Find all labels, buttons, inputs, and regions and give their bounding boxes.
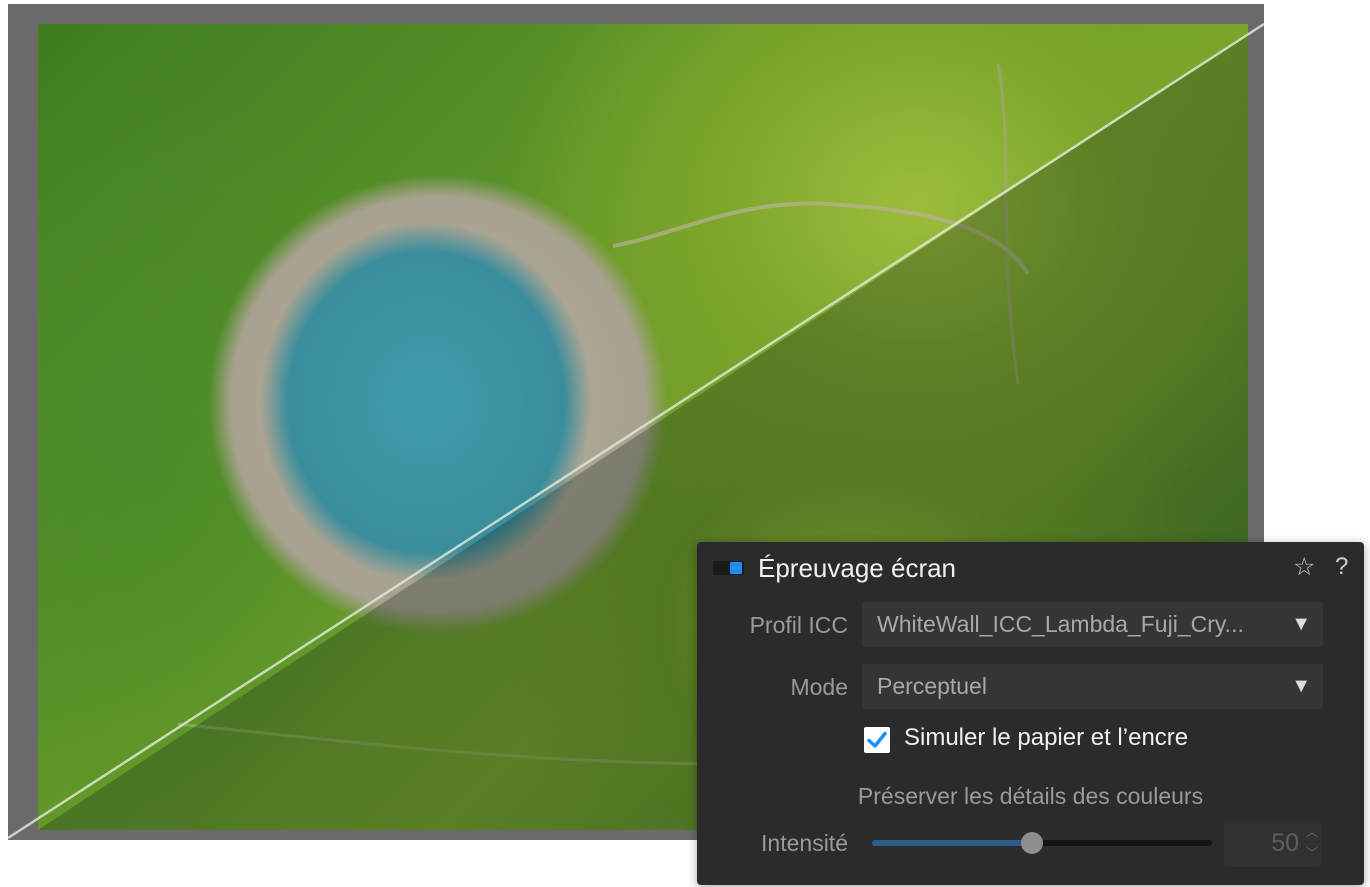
icc-profile-dropdown[interactable]: WhiteWall_ICC_Lambda_Fuji_Cry... ▼ xyxy=(862,602,1323,647)
icc-profile-value: WhiteWall_ICC_Lambda_Fuji_Cry... xyxy=(877,611,1244,637)
slider-fill xyxy=(872,840,1032,846)
panel-title: Épreuvage écran xyxy=(758,553,957,583)
intensity-slider[interactable] xyxy=(872,832,1212,854)
mode-label: Mode xyxy=(790,674,848,700)
panel-toggle-switch[interactable] xyxy=(713,561,744,575)
chevron-up-icon[interactable]: ︿ xyxy=(1306,826,1318,838)
chevron-down-icon: ▼ xyxy=(1291,675,1311,697)
chevron-down-icon: ▼ xyxy=(1291,613,1311,635)
intensity-label: Intensité xyxy=(761,830,848,856)
simulate-paper-ink-checkbox[interactable] xyxy=(864,727,890,753)
intensity-value: 50 xyxy=(1271,829,1299,857)
slider-thumb[interactable] xyxy=(1020,832,1043,854)
mode-dropdown[interactable]: Perceptuel ▼ xyxy=(862,664,1323,709)
intensity-number-field[interactable]: 50 ︿ ﹀ xyxy=(1224,820,1321,867)
simulate-paper-ink-label[interactable]: Simuler le papier et l’encre xyxy=(904,724,1188,752)
mode-value: Perceptuel xyxy=(877,673,987,699)
help-icon[interactable]: ? xyxy=(1335,553,1348,581)
chevron-down-icon[interactable]: ﹀ xyxy=(1306,847,1318,859)
star-icon[interactable]: ☆ xyxy=(1293,552,1315,582)
preserve-color-details-heading: Préserver les détails des couleurs xyxy=(857,783,1204,809)
checkmark-icon xyxy=(867,731,887,748)
soft-proofing-panel: Épreuvage écran ☆ ? Profil ICC WhiteWall… xyxy=(697,542,1364,885)
icc-profile-label: Profil ICC xyxy=(749,612,848,638)
